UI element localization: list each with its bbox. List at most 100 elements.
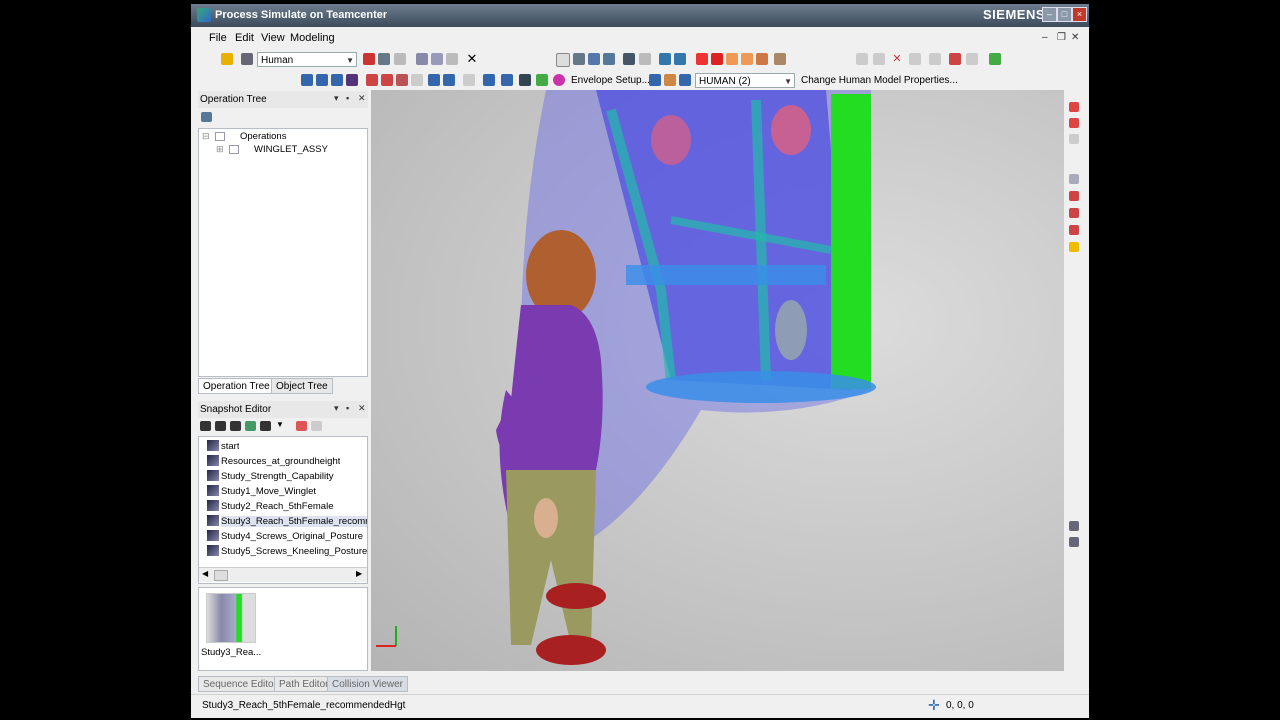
panel-menu-icon[interactable]: ▾ <box>334 93 339 104</box>
list-item[interactable]: Study5_Screws_Kneeling_Posture <box>221 546 367 557</box>
viewer-icon[interactable] <box>1069 537 1079 547</box>
refresh-icon[interactable] <box>989 53 1001 65</box>
paste-icon[interactable] <box>446 53 458 65</box>
zoom-fit-icon[interactable] <box>623 53 635 65</box>
copy-icon[interactable] <box>431 53 443 65</box>
scroll-left-icon[interactable]: ◀ <box>202 569 208 578</box>
human-place-icon[interactable] <box>411 74 423 86</box>
chevron-down-icon[interactable]: ▼ <box>276 420 284 429</box>
scroll-right-icon[interactable]: ▶ <box>356 569 362 578</box>
cut-icon[interactable] <box>416 53 428 65</box>
human-pick-icon[interactable] <box>649 74 661 86</box>
viewer-icon[interactable] <box>1069 242 1079 252</box>
snapshot-refresh-icon[interactable] <box>245 421 256 431</box>
panel-close-icon[interactable]: ✕ <box>358 93 366 104</box>
list-item[interactable]: Resources_at_groundheight <box>221 456 340 467</box>
tree-options-icon[interactable] <box>201 112 212 122</box>
horizontal-scrollbar[interactable]: ◀ ▶ <box>199 567 367 582</box>
maximize-icon[interactable]: □ <box>1057 7 1072 22</box>
layout-icon[interactable] <box>241 53 253 65</box>
tab-collision-viewer[interactable]: Collision Viewer <box>327 676 408 692</box>
snapshot-update-icon[interactable] <box>215 421 226 431</box>
human-vision-icon[interactable] <box>463 74 475 86</box>
zoom-box-icon[interactable] <box>639 53 651 65</box>
human-list-icon[interactable] <box>679 74 691 86</box>
envelope-setup-button[interactable]: Envelope Setup... <box>571 75 650 86</box>
human-table-icon[interactable] <box>664 74 676 86</box>
human-tree-icon[interactable] <box>536 74 548 86</box>
undo-icon[interactable] <box>378 53 390 65</box>
human-reach-icon[interactable] <box>331 74 343 86</box>
menu-file[interactable]: File <box>209 32 227 44</box>
rotate-icon[interactable] <box>603 53 615 65</box>
section-icon[interactable] <box>756 53 768 65</box>
menu-modeling[interactable]: Modeling <box>290 32 335 44</box>
render-wire-icon[interactable] <box>726 53 738 65</box>
render-edges-icon[interactable] <box>741 53 753 65</box>
frame-icon[interactable] <box>873 53 885 65</box>
list-item[interactable]: Study4_Screws_Original_Posture <box>221 531 363 542</box>
human-lift-icon[interactable] <box>443 74 455 86</box>
3d-viewport[interactable] <box>371 90 1064 671</box>
connect-icon[interactable] <box>966 53 978 65</box>
mdi-restore-icon[interactable]: ❐ <box>1057 32 1066 43</box>
human-create-icon[interactable] <box>301 74 313 86</box>
list-item[interactable]: Study_Strength_Capability <box>221 471 334 482</box>
layout-combo[interactable]: Human ▼ <box>257 52 357 67</box>
human-report-icon[interactable] <box>483 74 495 86</box>
minimize-icon[interactable]: – <box>1042 7 1057 22</box>
viewer-icon[interactable] <box>1069 191 1079 201</box>
measure-icon[interactable] <box>774 53 786 65</box>
relocate-icon[interactable] <box>929 53 941 65</box>
snapshot-delete-icon[interactable] <box>296 421 307 431</box>
envelope-icon[interactable] <box>553 74 565 86</box>
human-posture-icon[interactable] <box>316 74 328 86</box>
panel-pin-icon[interactable]: ▪ <box>346 93 349 103</box>
collision-x-icon[interactable]: ✕ <box>891 53 903 65</box>
viewer-icon[interactable] <box>1069 102 1079 112</box>
human-pose-icon[interactable] <box>381 74 393 86</box>
zoom-icon[interactable] <box>588 53 600 65</box>
viewer-icon[interactable] <box>1069 225 1079 235</box>
tab-object-tree[interactable]: Object Tree <box>271 378 333 394</box>
mdi-minimize-icon[interactable]: – <box>1042 32 1048 43</box>
snapshot-camera-icon[interactable] <box>260 421 271 431</box>
scroll-thumb[interactable] <box>214 570 228 581</box>
close-icon[interactable]: × <box>1072 7 1087 22</box>
menu-edit[interactable]: Edit <box>235 32 254 44</box>
human-chart-icon[interactable] <box>501 74 513 86</box>
viewer-icon[interactable] <box>1069 134 1079 144</box>
panel-close-icon[interactable]: ✕ <box>358 403 366 414</box>
human-drop-icon[interactable] <box>519 74 531 86</box>
back-arrow-icon[interactable] <box>221 53 233 65</box>
list-item[interactable]: Study1_Move_Winglet <box>221 486 316 497</box>
select-pointer-icon[interactable] <box>556 53 570 67</box>
human-grasp-icon[interactable] <box>346 74 358 86</box>
tab-path-editor[interactable]: Path Editor <box>274 676 334 692</box>
list-item-selected[interactable]: Study3_Reach_5thFemale_recomme <box>221 516 367 527</box>
pan-icon[interactable] <box>573 53 585 65</box>
tree-item-winglet-assy[interactable]: WINGLET_ASSY <box>254 144 328 155</box>
mdi-close-icon[interactable]: ✕ <box>1071 32 1079 43</box>
viewer-icon[interactable] <box>1069 208 1079 218</box>
human-combo[interactable]: HUMAN (2) ▼ <box>695 73 795 88</box>
snapshot-apply-icon[interactable] <box>230 421 241 431</box>
viewer-icon[interactable] <box>1069 174 1079 184</box>
panel-pin-icon[interactable]: ▪ <box>346 403 349 413</box>
placement-icon[interactable] <box>909 53 921 65</box>
redo-icon[interactable] <box>394 53 406 65</box>
human-move-icon[interactable] <box>396 74 408 86</box>
human-walk-icon[interactable] <box>366 74 378 86</box>
render-solid-icon[interactable] <box>696 53 708 65</box>
menu-view[interactable]: View <box>261 32 285 44</box>
view-front-icon[interactable] <box>659 53 671 65</box>
tree-root-operations[interactable]: Operations <box>240 131 286 142</box>
view-side-icon[interactable] <box>674 53 686 65</box>
render-shaded-icon[interactable] <box>711 53 723 65</box>
human-carry-icon[interactable] <box>428 74 440 86</box>
panel-menu-icon[interactable]: ▾ <box>334 403 339 414</box>
snapshot-thumbnail[interactable] <box>206 593 256 643</box>
list-item[interactable]: start <box>221 441 239 452</box>
delete-icon[interactable]: ✕ <box>466 52 478 65</box>
snap-icon[interactable] <box>856 53 868 65</box>
